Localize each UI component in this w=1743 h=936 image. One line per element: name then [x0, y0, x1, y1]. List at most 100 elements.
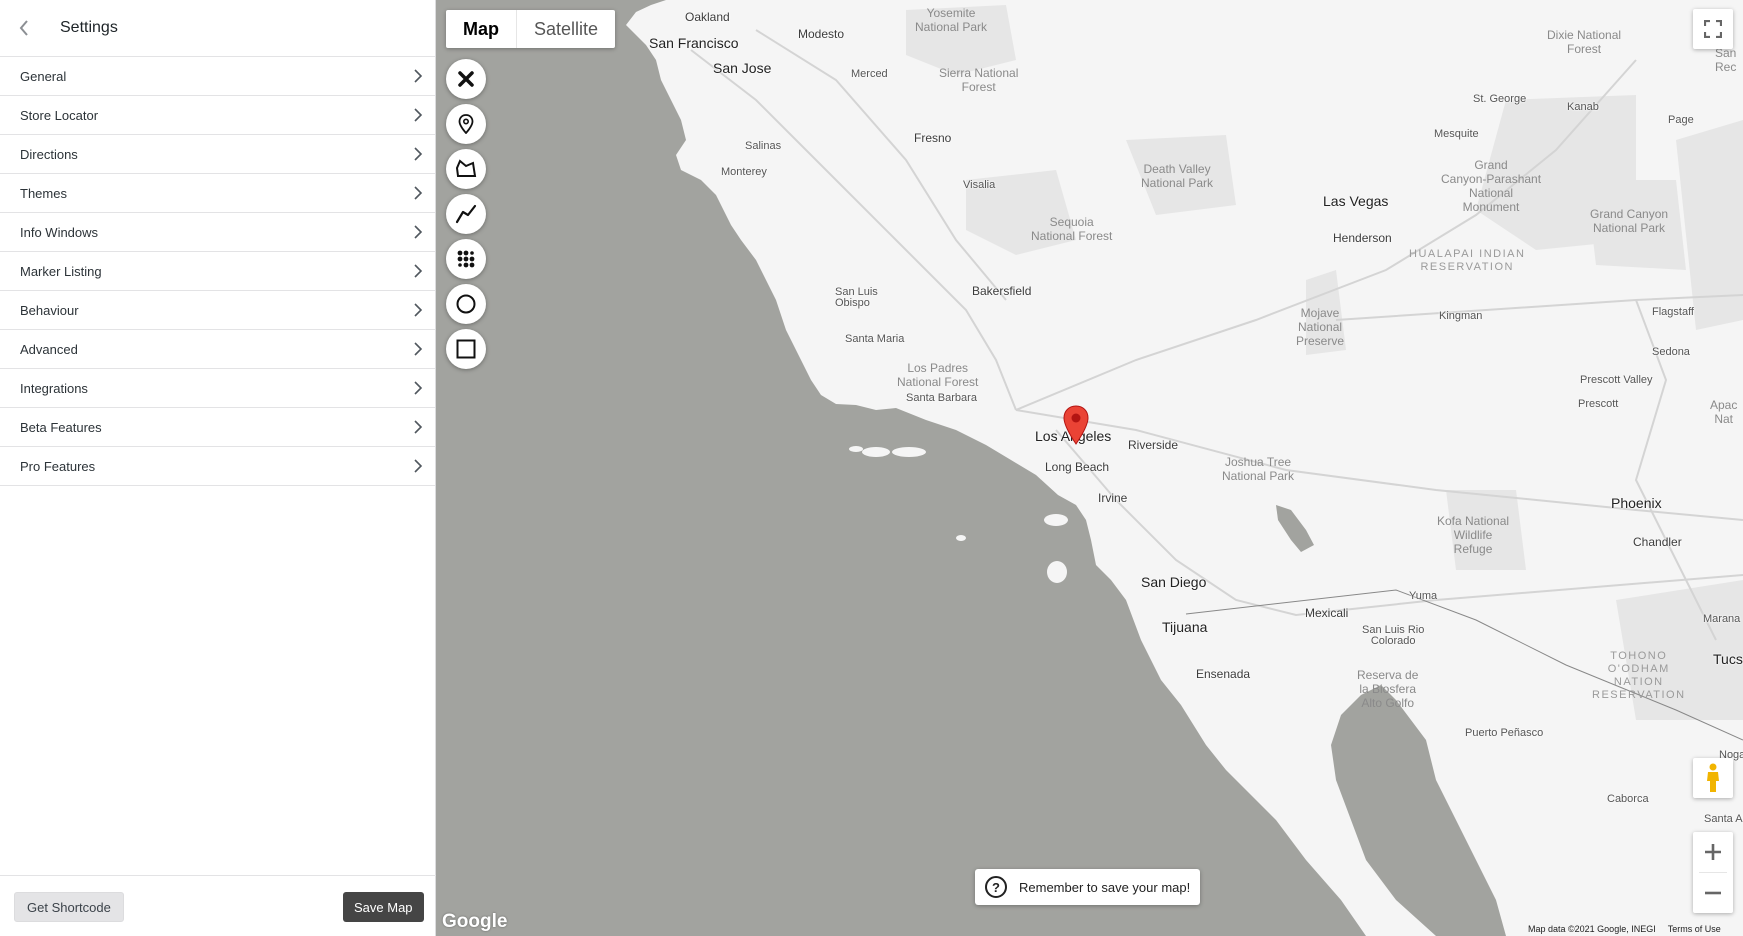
city-label: San Diego	[1141, 574, 1207, 590]
sidebar-header: Settings	[0, 0, 435, 57]
app-window: Settings General Store Locator Direction…	[0, 0, 1743, 936]
back-button[interactable]	[14, 16, 34, 40]
city-label: Page	[1668, 114, 1694, 126]
sidebar-item-label: General	[20, 68, 67, 84]
park-label: Joshua Tree National Park	[1222, 455, 1295, 483]
park-label: Los Padres National Forest	[897, 361, 979, 389]
sidebar-item-info-windows[interactable]: Info Windows	[0, 213, 435, 252]
city-label: Santa Maria	[845, 333, 905, 345]
polygon-icon	[455, 159, 477, 177]
stop-drawing-button[interactable]	[446, 59, 486, 99]
fullscreen-icon	[1704, 20, 1722, 38]
city-label: St. George	[1473, 93, 1527, 105]
park-label: Reserva de la Biosfera Alto Golfo	[1357, 668, 1419, 710]
terms-of-use-link[interactable]: Terms of Use	[1668, 924, 1721, 934]
park-label: Death Valley National Park	[1141, 162, 1214, 190]
drawing-toolbar	[446, 59, 486, 374]
city-label: Irvine	[1098, 491, 1128, 505]
fullscreen-button[interactable]	[1693, 9, 1733, 49]
city-label: Merced	[851, 68, 888, 80]
reservation-label: HUALAPAI INDIAN RESERVATION	[1409, 248, 1526, 273]
city-label: Santa Ana	[1704, 813, 1743, 825]
city-label: Henderson	[1333, 231, 1392, 245]
chevron-right-icon	[411, 262, 425, 280]
island	[1044, 514, 1068, 526]
draw-rectangle-button[interactable]	[446, 329, 486, 369]
city-label: Sedona	[1652, 346, 1690, 358]
city-label: San Luis Obispo	[835, 286, 878, 309]
rectangle-icon	[456, 339, 476, 359]
sidebar-item-behaviour[interactable]: Behaviour	[0, 291, 435, 330]
map-pin-icon	[1063, 405, 1089, 445]
street-view-button[interactable]	[1693, 758, 1733, 798]
circle-icon	[456, 294, 476, 314]
city-label: Flagstaff	[1652, 306, 1694, 318]
city-label: Prescott Valley	[1580, 374, 1653, 386]
chevron-left-icon	[19, 20, 28, 36]
city-label: Tucs	[1713, 651, 1743, 667]
draw-circle-button[interactable]	[446, 284, 486, 324]
sidebar-item-label: Marker Listing	[20, 263, 102, 279]
sidebar-item-marker-listing[interactable]: Marker Listing	[0, 252, 435, 291]
sidebar-item-themes[interactable]: Themes	[0, 174, 435, 213]
map-data-credit: Map data ©2021 Google, INEGI	[1528, 924, 1656, 934]
map-type-map-button[interactable]: Map	[446, 10, 516, 48]
sidebar-item-directions[interactable]: Directions	[0, 135, 435, 174]
island	[956, 535, 966, 541]
island	[1047, 561, 1067, 583]
chevron-right-icon	[411, 145, 425, 163]
city-label: Fresno	[914, 131, 952, 145]
settings-menu: General Store Locator Directions Themes …	[0, 57, 435, 486]
save-map-button[interactable]: Save Map	[343, 892, 424, 922]
close-icon	[458, 71, 474, 87]
park-label: Grand Canyon-Parashant National Monument	[1441, 158, 1542, 214]
city-label: Riverside	[1128, 438, 1179, 452]
draw-polygon-button[interactable]	[446, 149, 486, 189]
map-canvas[interactable]: Oakland San Francisco San Jose Modesto M…	[436, 0, 1743, 936]
city-label: Phoenix	[1611, 495, 1662, 511]
city-label: Yuma	[1409, 590, 1438, 602]
save-reminder-text: Remember to save your map!	[1019, 879, 1191, 895]
city-label: Las Vegas	[1323, 193, 1389, 209]
reservation-label: TOHONO O'ODHAM NATION RESERVATION	[1592, 650, 1686, 701]
island	[862, 447, 890, 457]
city-label: Caborca	[1607, 793, 1649, 805]
map-type-satellite-button[interactable]: Satellite	[517, 10, 615, 48]
chevron-right-icon	[411, 457, 425, 475]
sidebar-item-pro-features[interactable]: Pro Features	[0, 447, 435, 486]
city-label: Tijuana	[1162, 619, 1208, 635]
sidebar-item-label: Pro Features	[20, 458, 96, 474]
city-label: San Jose	[713, 60, 772, 76]
park-label: Kofa National Wildlife Refuge	[1437, 514, 1510, 556]
zoom-out-button[interactable]	[1693, 873, 1733, 913]
chevron-right-icon	[411, 379, 425, 397]
heatmap-icon	[457, 250, 475, 268]
chevron-right-icon	[411, 340, 425, 358]
sidebar-item-advanced[interactable]: Advanced	[0, 330, 435, 369]
plus-icon	[1705, 844, 1721, 860]
sidebar-item-general[interactable]: General	[0, 57, 435, 96]
sidebar-item-integrations[interactable]: Integrations	[0, 369, 435, 408]
park-label: Yosemite National Park	[915, 6, 988, 34]
city-label: Santa Barbara	[906, 392, 977, 404]
draw-marker-button[interactable]	[446, 104, 486, 144]
map-attribution: Map data ©2021 Google, INEGI Terms of Us…	[1524, 922, 1725, 936]
get-shortcode-button[interactable]: Get Shortcode	[14, 892, 124, 922]
park-label: San Rec	[1715, 46, 1737, 74]
sidebar-item-beta-features[interactable]: Beta Features	[0, 408, 435, 447]
draw-heatmap-button[interactable]	[446, 239, 486, 279]
city-label: Long Beach	[1045, 460, 1110, 474]
save-reminder-toast: ? Remember to save your map!	[975, 869, 1201, 905]
city-label: Bakersfield	[972, 284, 1032, 298]
park-label: Mojave National Preserve	[1296, 306, 1345, 348]
park-label: Sierra National Forest	[939, 66, 1019, 94]
zoom-control	[1693, 832, 1733, 913]
marker-icon	[458, 114, 474, 134]
sidebar-item-label: Advanced	[20, 341, 78, 357]
map-marker[interactable]	[1063, 405, 1089, 445]
city-label: Ensenada	[1196, 667, 1251, 681]
park-label: Sequoia National Forest	[1031, 215, 1113, 243]
sidebar-item-store-locator[interactable]: Store Locator	[0, 96, 435, 135]
draw-polyline-button[interactable]	[446, 194, 486, 234]
zoom-in-button[interactable]	[1693, 832, 1733, 872]
